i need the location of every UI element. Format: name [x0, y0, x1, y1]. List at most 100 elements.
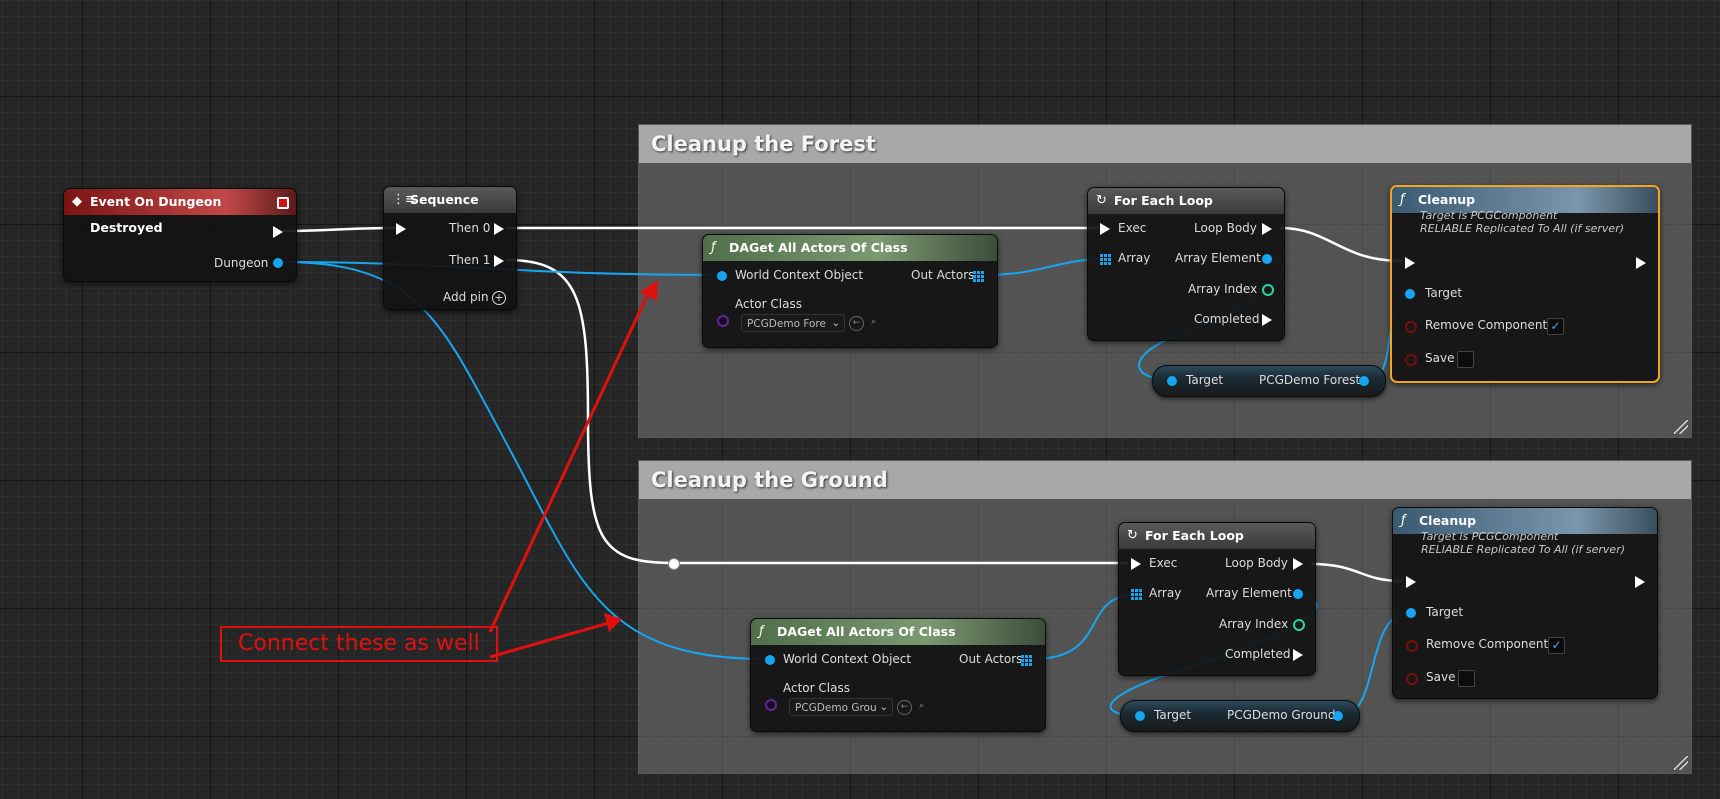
- function-f-icon: ƒ: [711, 240, 716, 255]
- pin-label-completed: Completed: [1225, 647, 1291, 661]
- then1-out-pin[interactable]: [494, 255, 504, 267]
- loop-icon: ↻: [1127, 528, 1138, 543]
- pin-label-array-index: Array Index: [1188, 282, 1258, 296]
- node-title: Cleanup: [1419, 513, 1477, 528]
- comment-resize-handle[interactable]: [1674, 420, 1688, 434]
- event-on-dungeon-destroyed-node[interactable]: ◆ Event On Dungeon Destroyed Dungeon: [63, 188, 297, 282]
- pin-label-exec: Exec: [1118, 221, 1147, 235]
- ground-target-variable-node[interactable]: Target PCGDemo Ground: [1120, 700, 1360, 732]
- add-pin-plus-icon[interactable]: +: [492, 291, 506, 305]
- loop-icon: ↻: [1096, 193, 1107, 208]
- node-title: For Each Loop: [1114, 193, 1213, 208]
- pin-label-remove-components: Remove Components: [1425, 318, 1554, 332]
- actor-class-in-pin[interactable]: [765, 699, 777, 711]
- save-checkbox[interactable]: [1457, 351, 1474, 368]
- pin-label-then0: Then 0: [449, 221, 491, 235]
- node-title: DAGet All Actors Of Class: [729, 240, 908, 255]
- forest-target-variable-node[interactable]: Target PCGDemo Forest: [1152, 365, 1386, 397]
- out-actors-array-pin[interactable]: [1021, 655, 1032, 666]
- ground-get-all-actors-node[interactable]: ƒ DAGet All Actors Of Class World Contex…: [750, 618, 1046, 732]
- pin-label-array-index: Array Index: [1219, 617, 1289, 631]
- pin-label-dungeon: Dungeon: [214, 256, 269, 270]
- use-selected-icon[interactable]: ←: [897, 700, 912, 715]
- pin-label-array-element: Array Element: [1175, 251, 1261, 265]
- pin-label-save: Save: [1426, 670, 1456, 684]
- save-in-pin[interactable]: [1406, 673, 1418, 685]
- pin-label-target: Target: [1425, 286, 1463, 300]
- event-diamond-icon: ◆: [72, 194, 82, 209]
- pin-label-completed: Completed: [1194, 312, 1260, 326]
- exec-out-pin[interactable]: [273, 226, 283, 238]
- pin-label-loop-body: Loop Body: [1194, 221, 1257, 235]
- loop-body-out-pin[interactable]: [1293, 558, 1303, 570]
- pin-label-save: Save: [1425, 351, 1455, 365]
- dungeon-out-pin[interactable]: [273, 258, 283, 268]
- actor-class-in-pin[interactable]: [717, 315, 729, 327]
- ground-cleanup-node[interactable]: ƒ Cleanup Target is PCGComponent RELIABLE…: [1392, 507, 1658, 699]
- exec-in-pin[interactable]: [396, 223, 406, 235]
- exec-out-pin[interactable]: [1635, 576, 1645, 588]
- pin-label-remove-components: Remove Components: [1426, 637, 1555, 651]
- actor-class-dropdown[interactable]: PCGDemo Fore ⌄: [741, 314, 845, 332]
- remove-components-in-pin[interactable]: [1405, 321, 1417, 333]
- loop-body-out-pin[interactable]: [1262, 223, 1272, 235]
- world-context-in-pin[interactable]: [765, 655, 775, 665]
- forest-cleanup-node[interactable]: ƒ Cleanup Target is PCGComponent RELIABLE…: [1390, 185, 1660, 383]
- browse-search-icon[interactable]: ⌕: [915, 700, 928, 713]
- array-index-out-pin[interactable]: [1262, 284, 1274, 296]
- browse-search-icon[interactable]: ⌕: [867, 316, 880, 329]
- add-pin-button[interactable]: Add pin: [443, 290, 489, 304]
- forest-get-all-actors-node[interactable]: ƒ DAGet All Actors Of Class World Contex…: [702, 234, 998, 348]
- reroute-node[interactable]: [668, 558, 680, 570]
- exec-in-pin[interactable]: [1131, 558, 1141, 570]
- pin-label-target: Target: [1426, 605, 1464, 619]
- array-in-pin[interactable]: [1131, 589, 1142, 600]
- then0-out-pin[interactable]: [494, 223, 504, 235]
- exec-in-pin[interactable]: [1100, 223, 1110, 235]
- pin-label-loop-body: Loop Body: [1225, 556, 1288, 570]
- chevron-down-icon: ⌄: [831, 318, 840, 329]
- array-in-pin[interactable]: [1100, 254, 1111, 265]
- remove-components-in-pin[interactable]: [1406, 640, 1418, 652]
- pin-label-world-context: World Context Object: [735, 268, 864, 282]
- target-in-pin[interactable]: [1167, 376, 1177, 386]
- chevron-down-icon: ⌄: [879, 702, 888, 713]
- array-element-out-pin[interactable]: [1293, 589, 1303, 599]
- pin-label-array: Array: [1149, 586, 1182, 600]
- actor-class-dropdown[interactable]: PCGDemo Grou ⌄: [789, 698, 893, 716]
- comment-title-forest[interactable]: Cleanup the Forest: [639, 125, 1691, 163]
- node-subtitle-target: Target is PCGComponent: [1421, 530, 1559, 543]
- exec-in-pin[interactable]: [1406, 576, 1416, 588]
- variable-out-pin[interactable]: [1333, 711, 1343, 721]
- pin-label-actor-class: Actor Class: [783, 681, 850, 695]
- target-in-pin[interactable]: [1405, 289, 1415, 299]
- sequence-node[interactable]: ⋮≡ Sequence Then 0 Then 1 Add pin +: [383, 186, 517, 310]
- variable-out-pin[interactable]: [1359, 376, 1369, 386]
- comment-resize-handle[interactable]: [1674, 756, 1688, 770]
- array-element-out-pin[interactable]: [1262, 254, 1272, 264]
- pin-label-world-context: World Context Object: [783, 652, 912, 666]
- remove-components-checkbox[interactable]: ✓: [1548, 637, 1565, 654]
- completed-out-pin[interactable]: [1262, 314, 1272, 326]
- out-actors-array-pin[interactable]: [973, 271, 984, 282]
- node-subtitle-replication: RELIABLE Replicated To All (if server): [1421, 543, 1626, 556]
- exec-in-pin[interactable]: [1405, 257, 1415, 269]
- forest-for-each-loop-node[interactable]: ↻ For Each Loop Exec Loop Body Array Arr…: [1087, 187, 1285, 341]
- remove-components-checkbox[interactable]: ✓: [1547, 318, 1564, 335]
- save-checkbox[interactable]: [1458, 670, 1475, 687]
- pin-label-variable-value: PCGDemo Forest: [1259, 373, 1361, 387]
- world-context-in-pin[interactable]: [717, 271, 727, 281]
- node-title: DAGet All Actors Of Class: [777, 624, 956, 639]
- ground-for-each-loop-node[interactable]: ↻ For Each Loop Exec Loop Body Array Arr…: [1118, 522, 1316, 676]
- node-subtitle-target: Target is PCGComponent: [1420, 209, 1558, 222]
- save-in-pin[interactable]: [1405, 354, 1417, 366]
- target-in-pin[interactable]: [1135, 711, 1145, 721]
- exec-out-pin[interactable]: [1636, 257, 1646, 269]
- use-selected-icon[interactable]: ←: [849, 316, 864, 331]
- function-f-icon: ƒ: [1401, 513, 1406, 528]
- target-in-pin[interactable]: [1406, 608, 1416, 618]
- delegate-pin-icon[interactable]: [277, 197, 289, 209]
- completed-out-pin[interactable]: [1293, 649, 1303, 661]
- comment-title-ground[interactable]: Cleanup the Ground: [639, 461, 1691, 499]
- array-index-out-pin[interactable]: [1293, 619, 1305, 631]
